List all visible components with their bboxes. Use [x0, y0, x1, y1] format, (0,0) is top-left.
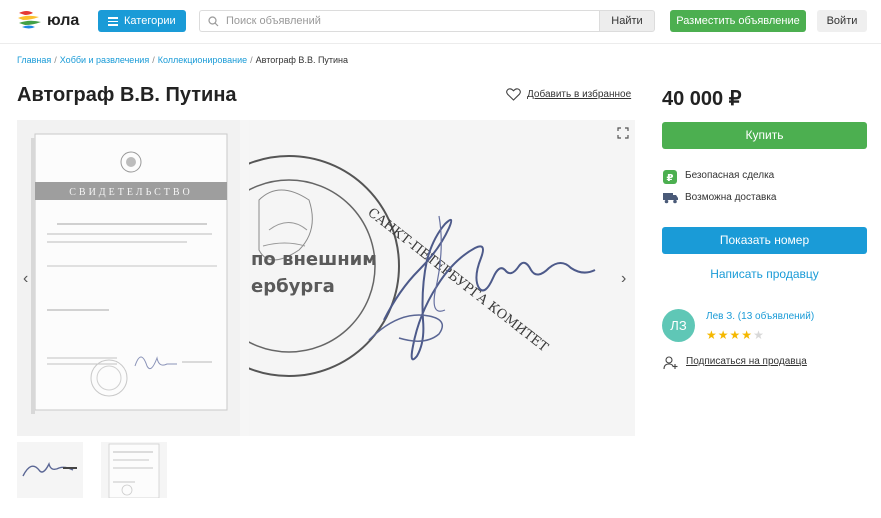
safe-deal-label: Безопасная сделка	[685, 170, 775, 181]
subscribe-seller-link[interactable]: Подписаться на продавца	[663, 356, 807, 370]
breadcrumb: Главная / Хобби и развлечения / Коллекционир…	[17, 55, 349, 65]
safe-deal-icon: ₽	[663, 170, 677, 184]
buy-button[interactable]: Купить	[662, 122, 867, 149]
delivery-label: Возможна доставка	[685, 192, 777, 203]
youla-logo[interactable]: юла	[17, 9, 85, 33]
truck-icon	[663, 193, 678, 204]
seller-name-link[interactable]: Лев З. (13 объявлений)	[706, 311, 814, 322]
photo-gallery[interactable]: СВИДЕТЕЛЬСТВО САНКТ-ПЕТЕРБУРГА КОМИТЕТ п…	[17, 120, 635, 436]
seller-rating: ★★★★★	[706, 328, 765, 342]
add-to-favorites[interactable]: Добавить в избранное	[506, 88, 632, 101]
stamp-text-line2: ербурга	[251, 276, 335, 297]
top-header: юла Категории Найти Разместить объявлени…	[0, 0, 881, 44]
logo-icon	[18, 11, 41, 29]
search-input[interactable]	[226, 13, 586, 29]
favorites-label: Добавить в избранное	[527, 89, 632, 100]
categories-label: Категории	[124, 15, 176, 27]
certificate-photo: СВИДЕТЕЛЬСТВО	[17, 120, 240, 436]
signature-closeup-photo: САНКТ-ПЕТЕРБУРГА КОМИТЕТ по внешним ербу…	[178, 120, 635, 436]
star-icon: ★	[706, 328, 718, 342]
svg-text:₽: ₽	[667, 173, 674, 184]
show-phone-button[interactable]: Показать номер	[662, 227, 867, 254]
star-icon: ★	[717, 328, 730, 342]
breadcrumb-current: Автограф В.В. Путина	[255, 55, 349, 65]
thumbnail-strip	[17, 442, 167, 499]
star-icon: ★	[741, 328, 754, 342]
write-seller-link[interactable]: Написать продавцу	[662, 267, 867, 281]
previous-photo-arrow[interactable]: ‹	[23, 270, 28, 288]
safe-deal-feature: ₽ Безопасная сделка	[663, 170, 775, 184]
star-empty-icon: ★	[753, 328, 765, 342]
breadcrumb-collecting[interactable]: Коллекционирование	[158, 55, 247, 65]
thumbnail-signature[interactable]	[17, 442, 83, 498]
search-icon	[208, 16, 219, 27]
logo-text: юла	[47, 12, 80, 29]
subscribe-label: Подписаться на продавца	[686, 356, 807, 367]
login-button[interactable]: Войти	[817, 10, 867, 32]
stamp-text-line1: по внешним	[251, 249, 377, 270]
find-button[interactable]: Найти	[599, 10, 655, 32]
breadcrumb-home[interactable]: Главная	[17, 55, 51, 65]
price: 40 000 ₽	[662, 88, 742, 110]
next-photo-arrow[interactable]: ›	[621, 270, 626, 288]
delivery-feature: Возможна доставка	[663, 192, 777, 204]
seller-avatar[interactable]: ЛЗ	[662, 309, 695, 342]
fullscreen-icon[interactable]	[617, 127, 629, 139]
thumbnail-certificate[interactable]	[101, 442, 167, 499]
menu-icon	[108, 17, 118, 26]
add-user-icon	[663, 356, 678, 370]
search-box	[199, 10, 599, 32]
breadcrumb-hobby[interactable]: Хобби и развлечения	[60, 55, 149, 65]
star-icon: ★	[729, 328, 742, 342]
post-ad-button[interactable]: Разместить объявление	[670, 10, 806, 32]
certificate-heading: СВИДЕТЕЛЬСТВО	[69, 187, 193, 198]
heart-icon	[506, 88, 521, 101]
categories-button[interactable]: Категории	[98, 10, 186, 32]
page-title: Автограф В.В. Путина	[17, 84, 237, 106]
